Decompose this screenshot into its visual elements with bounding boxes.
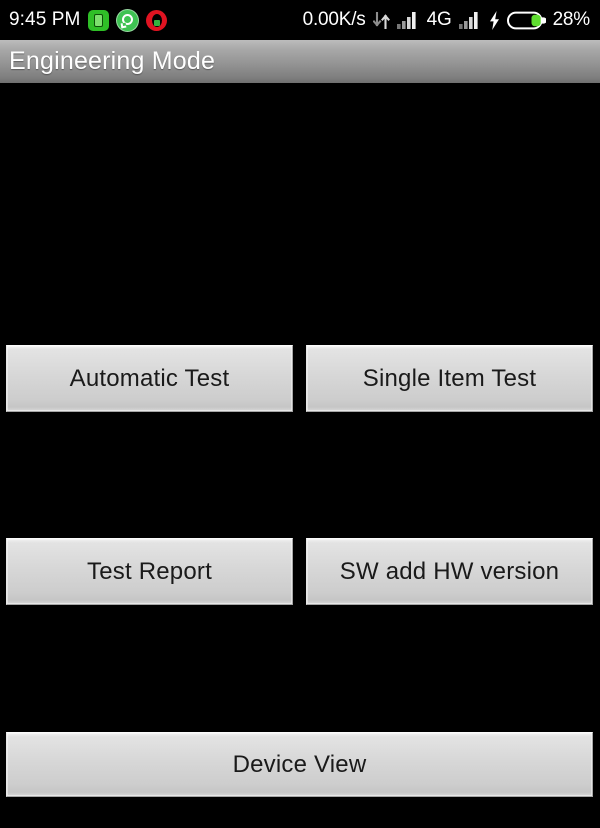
signal-bars-icon — [458, 12, 478, 29]
data-transfer-arrows-icon — [372, 11, 390, 29]
test-report-button[interactable]: Test Report — [6, 538, 293, 605]
automatic-test-button[interactable]: Automatic Test — [6, 345, 293, 412]
automatic-test-button-label: Automatic Test — [69, 364, 230, 392]
device-view-button[interactable]: Device View — [6, 732, 593, 797]
test-report-button-label: Test Report — [87, 557, 212, 585]
battery-icon — [506, 11, 546, 29]
app-title-bar: Engineering Mode — [0, 40, 600, 85]
sw-add-hw-version-button[interactable]: SW add HW version — [306, 538, 593, 605]
charging-bolt-icon — [489, 10, 499, 30]
whatsapp-notification-icon — [117, 9, 139, 31]
network-type-label: 4G — [426, 9, 452, 30]
opera-notification-icon — [146, 9, 168, 31]
main-content: Automatic Test Single Item Test Test Rep… — [0, 87, 600, 828]
status-bar-clock: 9:45 PM — [9, 9, 81, 30]
device-view-button-label: Device View — [232, 750, 367, 778]
status-bar: 9:45 PM 0.00K/s 4G 28% — [0, 0, 600, 40]
status-bar-left-group: 9:45 PM — [9, 9, 168, 31]
single-item-test-button-label: Single Item Test — [362, 364, 537, 392]
status-bar-right-group: 0.00K/s 4G 28% — [302, 9, 591, 31]
signal-bars-icon — [396, 12, 416, 29]
battery-percent-label: 28% — [552, 9, 591, 30]
single-item-test-button[interactable]: Single Item Test — [306, 345, 593, 412]
page-title: Engineering Mode — [9, 47, 216, 75]
sw-add-hw-version-button-label: SW add HW version — [339, 557, 560, 585]
battery-saver-notification-icon — [88, 9, 110, 31]
phone-screen: 9:45 PM 0.00K/s 4G 28% Engineering Mode … — [0, 0, 600, 828]
network-speed-label: 0.00K/s — [302, 9, 366, 30]
